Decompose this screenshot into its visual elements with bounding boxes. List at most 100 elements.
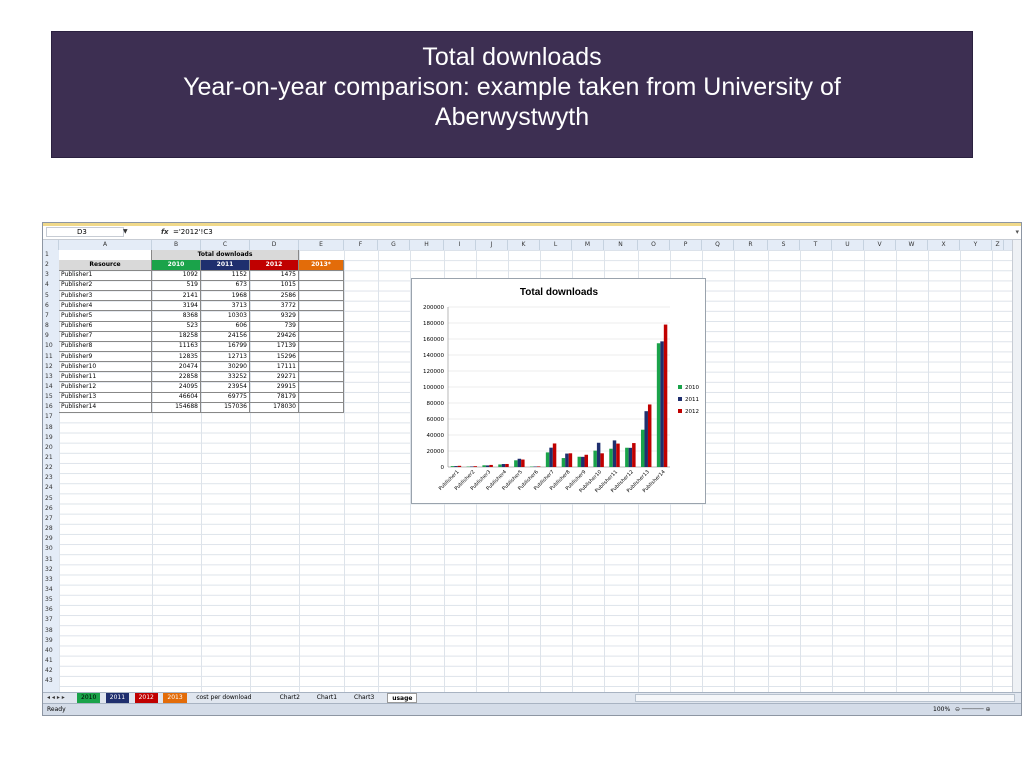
value-cell-2012[interactable]: 2586: [250, 290, 299, 302]
column-header-q[interactable]: Q: [702, 240, 734, 250]
row-header-37[interactable]: 37: [43, 615, 59, 625]
column-header-s[interactable]: S: [768, 240, 800, 250]
row-header-39[interactable]: 39: [43, 636, 59, 646]
value-cell-2011[interactable]: 12713: [201, 351, 250, 363]
column-header-g[interactable]: G: [378, 240, 410, 250]
sheet-tab-chart1[interactable]: Chart1: [313, 693, 341, 703]
sheet-tab-chart3[interactable]: Chart3: [350, 693, 378, 703]
cell-a1[interactable]: [59, 250, 152, 261]
vertical-scrollbar[interactable]: [1012, 240, 1021, 692]
sheet-tab-2011[interactable]: 2011: [105, 693, 130, 703]
name-box[interactable]: D3: [46, 227, 124, 237]
column-header-c[interactable]: C: [201, 240, 250, 250]
resource-name-cell[interactable]: Publisher4: [59, 300, 152, 312]
value-cell-2011[interactable]: 157036: [201, 402, 250, 413]
row-header-14[interactable]: 14: [43, 382, 59, 392]
value-cell-2013[interactable]: [299, 351, 344, 363]
column-header-i[interactable]: I: [444, 240, 476, 250]
row-header-41[interactable]: 41: [43, 656, 59, 666]
table-title-cell[interactable]: Total downloads: [152, 250, 299, 261]
resource-header-cell[interactable]: Resource: [59, 260, 152, 271]
value-cell-2010[interactable]: 18258: [152, 331, 201, 342]
value-cell-2011[interactable]: 33252: [201, 371, 250, 383]
row-header-22[interactable]: 22: [43, 463, 59, 473]
value-cell-2013[interactable]: [299, 392, 344, 403]
column-header-m[interactable]: M: [572, 240, 604, 250]
year-header-2011[interactable]: 2011: [201, 260, 250, 271]
value-cell-2010[interactable]: 20474: [152, 361, 201, 373]
resource-name-cell[interactable]: Publisher13: [59, 392, 152, 403]
value-cell-2010[interactable]: 1092: [152, 270, 201, 281]
resource-name-cell[interactable]: Publisher7: [59, 331, 152, 342]
value-cell-2010[interactable]: 22858: [152, 371, 201, 383]
column-header-z[interactable]: Z: [992, 240, 1004, 250]
column-header-o[interactable]: O: [638, 240, 670, 250]
value-cell-2013[interactable]: [299, 290, 344, 302]
value-cell-2011[interactable]: 606: [201, 321, 250, 332]
row-header-23[interactable]: 23: [43, 473, 59, 483]
row-header-17[interactable]: 17: [43, 412, 59, 422]
resource-name-cell[interactable]: Publisher3: [59, 290, 152, 302]
value-cell-2013[interactable]: [299, 270, 344, 281]
value-cell-2013[interactable]: [299, 280, 344, 292]
row-header-18[interactable]: 18: [43, 423, 59, 433]
value-cell-2010[interactable]: 11163: [152, 341, 201, 352]
row-header-28[interactable]: 28: [43, 524, 59, 534]
value-cell-2012[interactable]: 1015: [250, 280, 299, 292]
sheet-tab-2013[interactable]: 2013: [163, 693, 187, 703]
value-cell-2012[interactable]: 78179: [250, 392, 299, 403]
row-header-10[interactable]: 10: [43, 341, 59, 351]
resource-name-cell[interactable]: Publisher1: [59, 270, 152, 281]
value-cell-2011[interactable]: 673: [201, 280, 250, 292]
value-cell-2013[interactable]: [299, 300, 344, 312]
column-header-p[interactable]: P: [670, 240, 702, 250]
row-header-30[interactable]: 30: [43, 544, 59, 554]
value-cell-2012[interactable]: 9329: [250, 310, 299, 322]
row-header-26[interactable]: 26: [43, 504, 59, 514]
column-header-u[interactable]: U: [832, 240, 864, 250]
column-header-j[interactable]: J: [476, 240, 508, 250]
year-header-2010[interactable]: 2010: [152, 260, 201, 271]
value-cell-2010[interactable]: 523: [152, 321, 201, 332]
value-cell-2013[interactable]: [299, 341, 344, 352]
row-header-25[interactable]: 25: [43, 494, 59, 504]
value-cell-2012[interactable]: 1475: [250, 270, 299, 281]
value-cell-2012[interactable]: 178030: [250, 402, 299, 413]
value-cell-2013[interactable]: [299, 371, 344, 383]
row-header-6[interactable]: 6: [43, 301, 59, 311]
expand-formula-icon[interactable]: ▾: [1015, 228, 1019, 236]
column-header-w[interactable]: W: [896, 240, 928, 250]
value-cell-2010[interactable]: 154688: [152, 402, 201, 413]
row-header-3[interactable]: 3: [43, 270, 59, 280]
row-header-8[interactable]: 8: [43, 321, 59, 331]
column-header-l[interactable]: L: [540, 240, 572, 250]
row-header-15[interactable]: 15: [43, 392, 59, 402]
row-header-35[interactable]: 35: [43, 595, 59, 605]
value-cell-2012[interactable]: 29915: [250, 381, 299, 393]
value-cell-2010[interactable]: 519: [152, 280, 201, 292]
column-header-t[interactable]: T: [800, 240, 832, 250]
resource-name-cell[interactable]: Publisher2: [59, 280, 152, 292]
resource-name-cell[interactable]: Publisher11: [59, 371, 152, 383]
worksheet[interactable]: ABCDEFGHIJKLMNOPQRSTUVWXYZ 1 2 3 4 5 6 7 8 9 10 11…: [43, 240, 1013, 692]
value-cell-2013[interactable]: [299, 321, 344, 332]
row-header-11[interactable]: 11: [43, 352, 59, 362]
column-header-e[interactable]: E: [299, 240, 344, 250]
row-header-7[interactable]: 7: [43, 311, 59, 321]
row-header-4[interactable]: 4: [43, 280, 59, 290]
value-cell-2011[interactable]: 1152: [201, 270, 250, 281]
row-header-40[interactable]: 40: [43, 646, 59, 656]
resource-name-cell[interactable]: Publisher8: [59, 341, 152, 352]
value-cell-2010[interactable]: 12835: [152, 351, 201, 363]
tab-nav-arrows[interactable]: ◂ ◂ ▸ ▸: [43, 693, 69, 703]
formula-input[interactable]: ='2012'!C3: [173, 227, 213, 237]
row-header-33[interactable]: 33: [43, 575, 59, 585]
value-cell-2012[interactable]: 15296: [250, 351, 299, 363]
row-header-20[interactable]: 20: [43, 443, 59, 453]
value-cell-2012[interactable]: 3772: [250, 300, 299, 312]
column-header-y[interactable]: Y: [960, 240, 992, 250]
value-cell-2013[interactable]: [299, 361, 344, 373]
row-header-12[interactable]: 12: [43, 362, 59, 372]
sheet-tab-2012[interactable]: 2012: [134, 693, 158, 703]
row-header-21[interactable]: 21: [43, 453, 59, 463]
